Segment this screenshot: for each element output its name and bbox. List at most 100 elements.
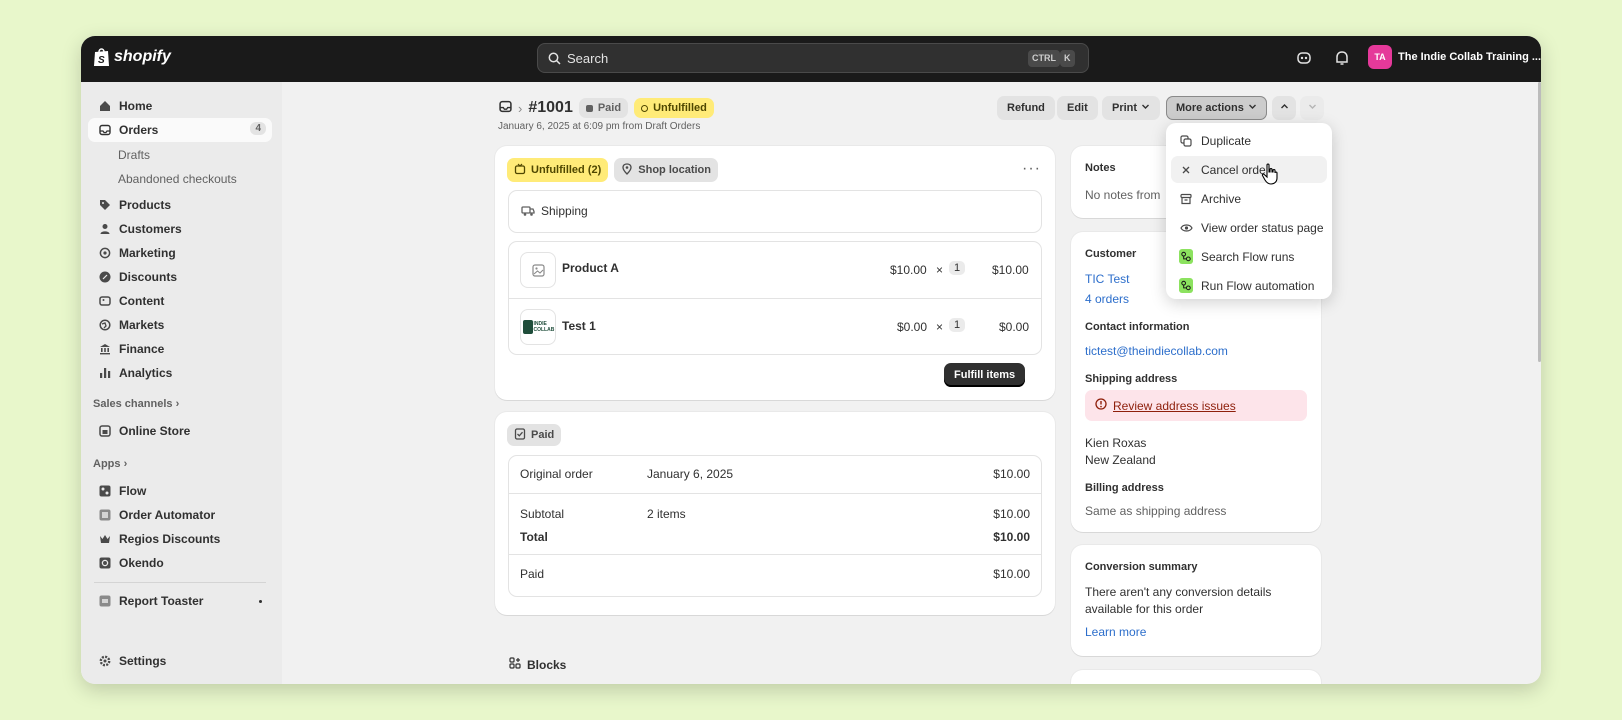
scrollbar[interactable] (1538, 82, 1541, 362)
section-label: Apps (93, 458, 121, 470)
sidebar-item-discounts[interactable]: Discounts (88, 265, 272, 289)
menu-item-label: Cancel order (1201, 162, 1270, 177)
sidebar-item-products[interactable]: Products (88, 193, 272, 217)
sidebar-section-apps[interactable]: Apps › (93, 458, 127, 470)
page-title: #1001 (528, 99, 573, 116)
billing-address-text: Same as shipping address (1085, 504, 1227, 518)
shopify-bag-icon: S (94, 48, 109, 66)
learn-more-link[interactable]: Learn more (1085, 625, 1146, 639)
menu-item-run-flow-automation[interactable]: Run Flow automation (1171, 272, 1327, 299)
table-row: Paid $10.00 (509, 555, 1041, 597)
shopify-logo[interactable]: S shopify (93, 47, 171, 67)
sidebar-item-orders[interactable]: Orders 4 (88, 118, 272, 142)
menu-item-label: Run Flow automation (1201, 278, 1315, 293)
table-row: Subtotal 2 items $10.00 Total $10.00 (509, 494, 1041, 555)
line-items-box: Product A $10.00 × 1 $10.00 INDIE COLLAB… (508, 241, 1042, 355)
sidebar-item-label: Marketing (119, 246, 176, 260)
customer-email-link[interactable]: tictest@theindiecollab.com (1085, 344, 1228, 358)
customer-orders-link[interactable]: 4 orders (1085, 292, 1129, 306)
sidebar-item-content[interactable]: Content (88, 289, 272, 313)
sidebar-item-analytics[interactable]: Analytics (88, 361, 272, 385)
sidebar-item-drafts[interactable]: Drafts (118, 148, 150, 162)
shipping-address-title: Shipping address (1085, 373, 1178, 385)
sidebar-item-finance[interactable]: Finance (88, 337, 272, 361)
menu-item-cancel-order[interactable]: Cancel order (1171, 156, 1327, 183)
sidebar-item-order-automator[interactable]: Order Automator (88, 503, 272, 527)
table-row[interactable]: INDIE COLLAB Test 1 $0.00 × 1 $0.00 (509, 299, 1041, 356)
fulfill-items-button[interactable]: Fulfill items (944, 363, 1026, 387)
sidebar-item-settings[interactable]: Settings (88, 649, 272, 673)
previous-order-button[interactable] (1272, 96, 1296, 120)
billing-address-title: Billing address (1085, 482, 1164, 494)
logo-text: INDIE COLLAB (533, 321, 555, 333)
blocks-label: Blocks (527, 657, 567, 672)
badge-label: Unfulfilled (653, 102, 707, 114)
blocks-icon (509, 657, 521, 672)
more-options-icon[interactable]: ··· (1022, 160, 1041, 178)
more-actions-menu: Duplicate Cancel order Archive View orde… (1166, 123, 1332, 299)
next-order-button[interactable] (1300, 96, 1324, 120)
print-button[interactable]: Print (1102, 96, 1161, 120)
pill-label: Paid (531, 429, 555, 441)
store-menu[interactable]: TA The Indie Collab Training ... (1368, 45, 1541, 69)
more-actions-button[interactable]: More actions (1166, 96, 1267, 120)
customer-name-link[interactable]: TIC Test (1085, 272, 1129, 286)
order-header: › #1001 Paid Unfulfilled (499, 98, 714, 118)
orders-inbox-icon[interactable] (499, 100, 512, 116)
person-icon (98, 223, 111, 236)
pill-label: Unfulfilled (2) (531, 164, 602, 176)
kbd-ctrl: CTRL (1028, 50, 1060, 67)
product-name-link[interactable]: Test 1 (562, 319, 596, 333)
store-name: The Indie Collab Training ... (1398, 51, 1541, 63)
table-row[interactable]: Product A $10.00 × 1 $10.00 (509, 242, 1041, 299)
sidebar-item-marketing[interactable]: Marketing (88, 241, 272, 265)
crown-icon (98, 533, 111, 546)
sidebar-item-online-store[interactable]: Online Store (88, 419, 272, 443)
subtotal-label: Subtotal (520, 507, 565, 521)
sidebar-item-flow[interactable]: Flow (88, 479, 272, 503)
payment-summary-box: Original order January 6, 2025 $10.00 Su… (508, 455, 1042, 597)
delivery-method-box: Shipping (508, 190, 1042, 233)
sidebar-item-regios-discounts[interactable]: Regios Discounts (88, 527, 272, 551)
fulfillment-status-badge: Unfulfilled (634, 98, 714, 118)
chevron-up-icon (1280, 102, 1289, 114)
sidebar-item-markets[interactable]: Markets (88, 313, 272, 337)
menu-item-label: View order status page (1201, 220, 1324, 235)
sidebar-item-label: Online Store (119, 424, 191, 438)
quantity-badge: 1 (949, 261, 966, 275)
review-address-link[interactable]: Review address issues (1113, 399, 1236, 413)
menu-item-view-status-page[interactable]: View order status page (1171, 214, 1327, 241)
search-input[interactable]: Search CTRL K (537, 43, 1089, 73)
sidebar-item-label: Flow (119, 484, 147, 498)
bell-icon[interactable] (1333, 49, 1353, 69)
edit-button[interactable]: Edit (1057, 96, 1098, 120)
notes-title: Notes (1085, 162, 1116, 174)
table-row: Original order January 6, 2025 $10.00 (509, 456, 1041, 494)
fulfillment-card: Unfulfilled (2) Shop location ··· Shippi… (495, 146, 1055, 400)
sidebar-item-label: Finance (119, 342, 165, 356)
original-order-date: January 6, 2025 (647, 467, 734, 481)
order-automator-app-icon (98, 509, 111, 522)
truck-icon (521, 205, 535, 220)
product-name-link[interactable]: Product A (562, 261, 619, 275)
sidebar-item-label: Customers (119, 222, 182, 236)
menu-item-archive[interactable]: Archive (1171, 185, 1327, 212)
sidebar-item-abandoned-checkouts[interactable]: Abandoned checkouts (118, 172, 237, 186)
menu-item-duplicate[interactable]: Duplicate (1171, 127, 1327, 154)
delivery-method-label: Shipping (541, 204, 588, 218)
sidekick-icon[interactable] (1295, 49, 1315, 69)
subtotal-items: 2 items (647, 507, 686, 521)
address-warning-banner: Review address issues (1085, 390, 1307, 421)
sidebar-item-okendo[interactable]: Okendo (88, 551, 272, 575)
sidebar-item-home[interactable]: Home (88, 94, 272, 118)
menu-item-search-flow-runs[interactable]: Search Flow runs (1171, 243, 1327, 270)
sidebar-item-label: Home (119, 99, 153, 113)
close-icon (1179, 163, 1193, 177)
refund-button[interactable]: Refund (997, 96, 1055, 120)
sidebar-item-report-toaster[interactable]: Report Toaster (88, 589, 272, 613)
menu-item-label: Search Flow runs (1201, 249, 1295, 264)
chevron-down-icon (1308, 102, 1317, 114)
sidebar-section-sales-channels[interactable]: Sales channels › (93, 398, 179, 410)
sidebar-item-customers[interactable]: Customers (88, 217, 272, 241)
payment-status-badge: Paid (578, 98, 629, 118)
